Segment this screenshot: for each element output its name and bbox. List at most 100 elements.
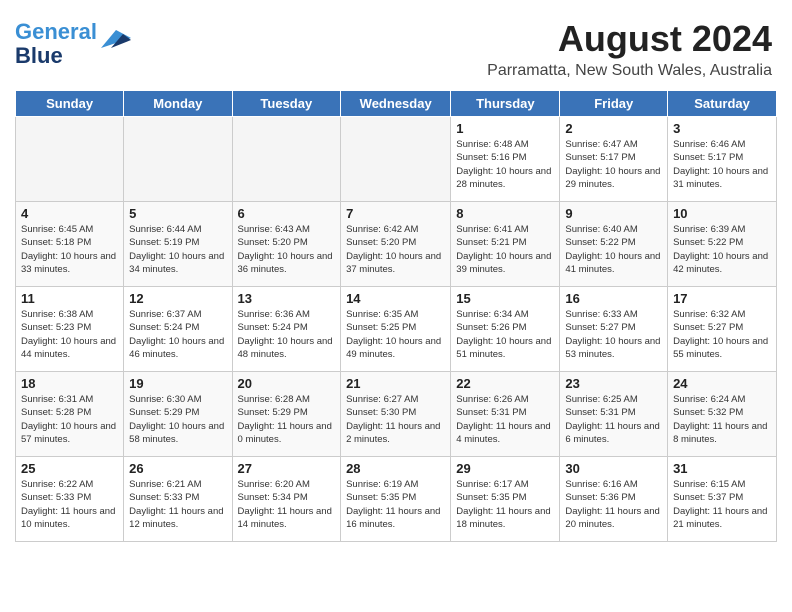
- day-info: Sunrise: 6:42 AMSunset: 5:20 PMDaylight:…: [346, 223, 445, 276]
- day-info: Sunrise: 6:32 AMSunset: 5:27 PMDaylight:…: [673, 308, 771, 361]
- day-info: Sunrise: 6:22 AMSunset: 5:33 PMDaylight:…: [21, 478, 118, 531]
- day-info: Sunrise: 6:17 AMSunset: 5:35 PMDaylight:…: [456, 478, 554, 531]
- day-cell-9: 9Sunrise: 6:40 AMSunset: 5:22 PMDaylight…: [560, 202, 668, 287]
- day-cell-6: 6 Sunrise: 6:43 AMSunset: 5:20 PMDaylight…: [232, 202, 341, 287]
- day-cell-19: 19Sunrise: 6:30 AMSunset: 5:29 PMDayligh…: [124, 372, 232, 457]
- empty-cell: [232, 117, 341, 202]
- day-cell-29: 29 Sunrise: 6:17 AMSunset: 5:35 PMDayligh…: [451, 457, 560, 542]
- day-info: Sunrise: 6:15 AMSunset: 5:37 PMDaylight:…: [673, 478, 771, 531]
- empty-cell: [16, 117, 124, 202]
- day-info: Sunrise: 6:38 AMSunset: 5:23 PMDaylight:…: [21, 308, 118, 361]
- page-subtitle: Parramatta, New South Wales, Australia: [20, 62, 772, 80]
- day-number: 21: [346, 376, 445, 391]
- weekday-header-saturday: Saturday: [668, 91, 777, 117]
- day-number: 3: [673, 121, 771, 136]
- day-info: Sunrise: 6:34 AMSunset: 5:26 PMDaylight:…: [456, 308, 554, 361]
- day-info: Sunrise: 6:27 AMSunset: 5:30 PMDaylight:…: [346, 393, 445, 446]
- day-number: 27: [238, 461, 336, 476]
- day-info: Sunrise: 6:45 AMSunset: 5:18 PMDaylight:…: [21, 223, 118, 276]
- day-number: 12: [129, 291, 226, 306]
- day-number: 20: [238, 376, 336, 391]
- day-number: 10: [673, 206, 771, 221]
- day-cell-1: 1Sunrise: 6:48 AMSunset: 5:16 PMDaylight…: [451, 117, 560, 202]
- day-info: Sunrise: 6:25 AMSunset: 5:31 PMDaylight:…: [565, 393, 662, 446]
- day-number: 8: [456, 206, 554, 221]
- day-number: 11: [21, 291, 118, 306]
- weekday-header-sunday: Sunday: [16, 91, 124, 117]
- day-number: 29: [456, 461, 554, 476]
- day-cell-23: 23Sunrise: 6:25 AMSunset: 5:31 PMDayligh…: [560, 372, 668, 457]
- day-info: Sunrise: 6:48 AMSunset: 5:16 PMDaylight:…: [456, 138, 554, 191]
- day-cell-14: 14Sunrise: 6:35 AMSunset: 5:25 PMDayligh…: [341, 287, 451, 372]
- day-cell-18: 18 Sunrise: 6:31 AMSunset: 5:28 PMDayligh…: [16, 372, 124, 457]
- logo-text: GeneralBlue: [15, 20, 97, 68]
- day-info: Sunrise: 6:31 AMSunset: 5:28 PMDaylight:…: [21, 393, 118, 446]
- day-number: 26: [129, 461, 226, 476]
- day-info: Sunrise: 6:41 AMSunset: 5:21 PMDaylight:…: [456, 223, 554, 276]
- day-cell-11: 11 Sunrise: 6:38 AMSunset: 5:23 PMDayligh…: [16, 287, 124, 372]
- weekday-header-wednesday: Wednesday: [341, 91, 451, 117]
- empty-cell: [341, 117, 451, 202]
- empty-cell: [124, 117, 232, 202]
- day-number: 15: [456, 291, 554, 306]
- day-number: 28: [346, 461, 445, 476]
- day-cell-17: 17 Sunrise: 6:32 AMSunset: 5:27 PMDayligh…: [668, 287, 777, 372]
- page-title: August 2024: [20, 18, 772, 60]
- week-row-4: 18 Sunrise: 6:31 AMSunset: 5:28 PMDayligh…: [16, 372, 777, 457]
- day-number: 16: [565, 291, 662, 306]
- day-cell-21: 21 Sunrise: 6:27 AMSunset: 5:30 PMDayligh…: [341, 372, 451, 457]
- day-cell-30: 30 Sunrise: 6:16 AMSunset: 5:36 PMDayligh…: [560, 457, 668, 542]
- weekday-header-monday: Monday: [124, 91, 232, 117]
- day-cell-12: 12 Sunrise: 6:37 AMSunset: 5:24 PMDayligh…: [124, 287, 232, 372]
- day-info: Sunrise: 6:39 AMSunset: 5:22 PMDaylight:…: [673, 223, 771, 276]
- day-number: 2: [565, 121, 662, 136]
- calendar-table: SundayMondayTuesdayWednesdayThursdayFrid…: [15, 90, 777, 542]
- day-cell-10: 10 Sunrise: 6:39 AMSunset: 5:22 PMDayligh…: [668, 202, 777, 287]
- day-info: Sunrise: 6:26 AMSunset: 5:31 PMDaylight:…: [456, 393, 554, 446]
- day-cell-3: 3 Sunrise: 6:46 AMSunset: 5:17 PMDaylight…: [668, 117, 777, 202]
- day-number: 25: [21, 461, 118, 476]
- day-info: Sunrise: 6:28 AMSunset: 5:29 PMDaylight:…: [238, 393, 336, 446]
- day-info: Sunrise: 6:19 AMSunset: 5:35 PMDaylight:…: [346, 478, 445, 531]
- day-number: 19: [129, 376, 226, 391]
- day-info: Sunrise: 6:16 AMSunset: 5:36 PMDaylight:…: [565, 478, 662, 531]
- day-number: 31: [673, 461, 771, 476]
- day-number: 13: [238, 291, 336, 306]
- day-cell-31: 31 Sunrise: 6:15 AMSunset: 5:37 PMDayligh…: [668, 457, 777, 542]
- day-cell-16: 16Sunrise: 6:33 AMSunset: 5:27 PMDayligh…: [560, 287, 668, 372]
- day-number: 9: [565, 206, 662, 221]
- day-number: 22: [456, 376, 554, 391]
- day-cell-13: 13 Sunrise: 6:36 AMSunset: 5:24 PMDayligh…: [232, 287, 341, 372]
- day-info: Sunrise: 6:47 AMSunset: 5:17 PMDaylight:…: [565, 138, 662, 191]
- day-number: 30: [565, 461, 662, 476]
- day-number: 6: [238, 206, 336, 221]
- weekday-header-thursday: Thursday: [451, 91, 560, 117]
- day-cell-26: 26 Sunrise: 6:21 AMSunset: 5:33 PMDayligh…: [124, 457, 232, 542]
- day-number: 18: [21, 376, 118, 391]
- day-cell-27: 27 Sunrise: 6:20 AMSunset: 5:34 PMDayligh…: [232, 457, 341, 542]
- week-row-5: 25 Sunrise: 6:22 AMSunset: 5:33 PMDayligh…: [16, 457, 777, 542]
- day-cell-28: 28 Sunrise: 6:19 AMSunset: 5:35 PMDayligh…: [341, 457, 451, 542]
- day-cell-22: 22 Sunrise: 6:26 AMSunset: 5:31 PMDayligh…: [451, 372, 560, 457]
- week-row-2: 4 Sunrise: 6:45 AMSunset: 5:18 PMDaylight…: [16, 202, 777, 287]
- day-info: Sunrise: 6:46 AMSunset: 5:17 PMDaylight:…: [673, 138, 771, 191]
- day-number: 17: [673, 291, 771, 306]
- weekday-header-tuesday: Tuesday: [232, 91, 341, 117]
- day-info: Sunrise: 6:21 AMSunset: 5:33 PMDaylight:…: [129, 478, 226, 531]
- day-info: Sunrise: 6:20 AMSunset: 5:34 PMDaylight:…: [238, 478, 336, 531]
- day-number: 7: [346, 206, 445, 221]
- week-row-1: 1Sunrise: 6:48 AMSunset: 5:16 PMDaylight…: [16, 117, 777, 202]
- day-info: Sunrise: 6:44 AMSunset: 5:19 PMDaylight:…: [129, 223, 226, 276]
- day-info: Sunrise: 6:37 AMSunset: 5:24 PMDaylight:…: [129, 308, 226, 361]
- day-info: Sunrise: 6:43 AMSunset: 5:20 PMDaylight:…: [238, 223, 336, 276]
- day-number: 4: [21, 206, 118, 221]
- day-number: 14: [346, 291, 445, 306]
- page-header: GeneralBlue August 2024 Parramatta, New …: [15, 10, 777, 82]
- day-cell-4: 4 Sunrise: 6:45 AMSunset: 5:18 PMDaylight…: [16, 202, 124, 287]
- weekday-header-row: SundayMondayTuesdayWednesdayThursdayFrid…: [16, 91, 777, 117]
- day-info: Sunrise: 6:36 AMSunset: 5:24 PMDaylight:…: [238, 308, 336, 361]
- day-cell-25: 25 Sunrise: 6:22 AMSunset: 5:33 PMDayligh…: [16, 457, 124, 542]
- logo: GeneralBlue: [15, 10, 131, 68]
- day-cell-20: 20 Sunrise: 6:28 AMSunset: 5:29 PMDayligh…: [232, 372, 341, 457]
- logo-icon: [101, 30, 131, 48]
